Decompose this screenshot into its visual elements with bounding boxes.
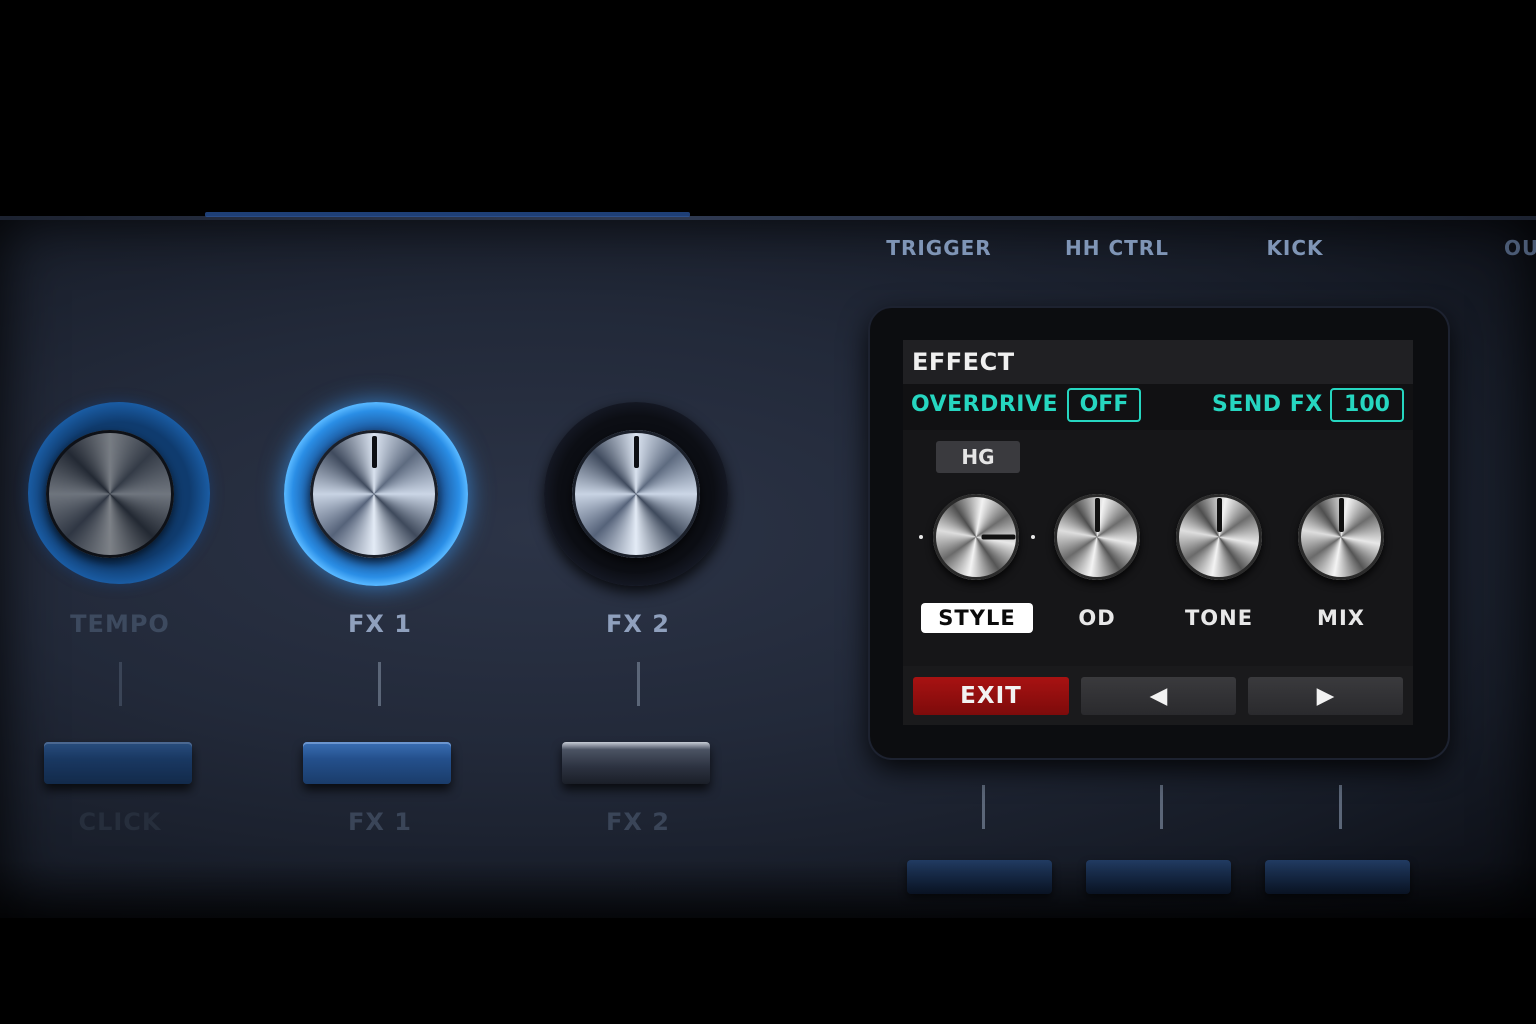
fx1-label: FX 1 [348, 610, 412, 638]
exit-button[interactable]: EXIT [913, 677, 1069, 715]
label-trigger: TRIGGER [886, 236, 992, 260]
fx1-knob[interactable] [310, 430, 438, 558]
next-button[interactable]: ▶ [1248, 677, 1403, 715]
style-knob[interactable] [933, 494, 1019, 580]
style-badge: HG [936, 441, 1020, 473]
divider-line [982, 785, 985, 829]
style-param-label[interactable]: STYLE [921, 603, 1033, 633]
left-arrow-icon: ◀ [1149, 683, 1168, 709]
divider-line [637, 662, 640, 706]
click-pad[interactable] [44, 742, 192, 784]
divider-line [378, 662, 381, 706]
blue-accent-strip [205, 212, 690, 217]
fx2-knob[interactable] [572, 430, 700, 558]
mix-knob-indicator [1338, 498, 1344, 532]
screen-title-bar: EFFECT [903, 340, 1413, 384]
screen-title: EFFECT [912, 348, 1015, 376]
label-kick: KICK [1266, 236, 1324, 260]
od-param-label[interactable]: OD [1047, 603, 1147, 633]
fx2-label: FX 2 [606, 610, 670, 638]
divider-line [1160, 785, 1163, 829]
fx1-pad-label: FX 1 [348, 808, 412, 836]
tone-knob[interactable] [1176, 494, 1262, 580]
od-knob[interactable] [1054, 494, 1140, 580]
tempo-label: TEMPO [70, 610, 170, 638]
overdrive-value[interactable]: OFF [1067, 388, 1141, 422]
tone-param-label[interactable]: TONE [1169, 603, 1269, 633]
mix-knob[interactable] [1298, 494, 1384, 580]
divider-line [119, 662, 122, 706]
knob-max-dot [1031, 535, 1035, 539]
fx2-pad[interactable] [562, 742, 710, 784]
fx2-pad-label: FX 2 [606, 808, 670, 836]
od-knob-indicator [1094, 498, 1100, 532]
mix-param-label[interactable]: MIX [1291, 603, 1391, 633]
bottom-shadow [0, 860, 1536, 1024]
divider-line [1339, 785, 1342, 829]
click-pad-label: CLICK [78, 808, 162, 836]
tempo-knob[interactable] [46, 430, 174, 558]
tone-knob-indicator [1216, 498, 1222, 532]
prev-button[interactable]: ◀ [1081, 677, 1236, 715]
fx2-knob-pointer [633, 436, 639, 468]
fx1-pad[interactable] [303, 742, 451, 784]
knob-min-dot [919, 535, 923, 539]
send-fx-label: SEND FX [1212, 392, 1323, 417]
fx1-knob-pointer [371, 436, 377, 468]
style-knob-indicator [981, 534, 1015, 540]
label-partial: OU [1504, 236, 1536, 260]
send-fx-value[interactable]: 100 [1330, 388, 1404, 422]
overdrive-label: OVERDRIVE [911, 392, 1059, 417]
right-arrow-icon: ▶ [1316, 683, 1335, 709]
label-hh-ctrl: HH CTRL [1065, 236, 1169, 260]
